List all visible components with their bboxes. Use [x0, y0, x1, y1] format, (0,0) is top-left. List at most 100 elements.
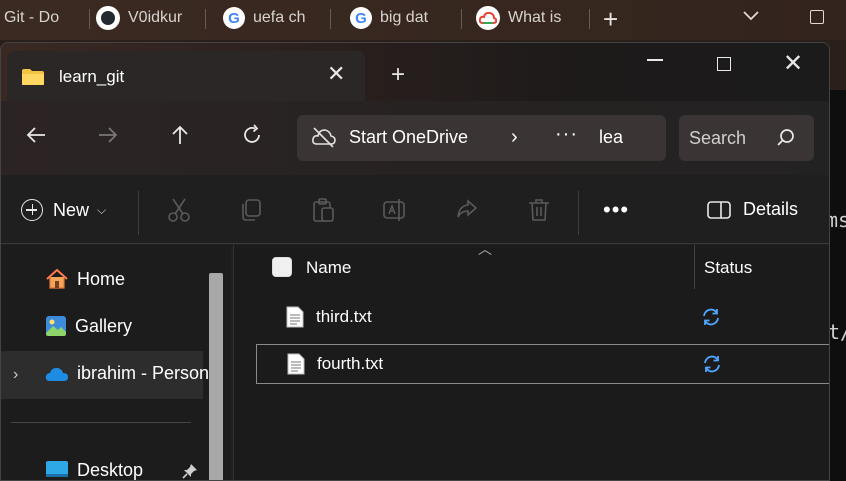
- browser-tab-label: What is: [508, 9, 562, 26]
- nav-scrollbar[interactable]: [209, 273, 223, 480]
- paste-icon[interactable]: [310, 197, 336, 223]
- nav-item-home[interactable]: Home: [45, 267, 125, 291]
- browser-tab-label: V0idkur: [128, 9, 183, 26]
- navigation-pane: Home Gallery › ibrahim - Person Desktop: [1, 245, 231, 480]
- breadcrumb-root[interactable]: Start OneDrive: [349, 127, 468, 148]
- cloud-off-icon: [312, 127, 336, 148]
- breadcrumb-chevron-icon[interactable]: ›: [511, 126, 518, 149]
- maximize-button[interactable]: [717, 57, 731, 71]
- more-options-button[interactable]: •••: [603, 197, 629, 223]
- browser-tab-label: big dat: [380, 9, 429, 26]
- refresh-icon: [244, 124, 260, 143]
- search-icon[interactable]: [776, 128, 796, 148]
- explorer-tab-label: learn_git: [59, 67, 125, 86]
- tab-separator: [205, 9, 206, 29]
- google-cloud-icon: [476, 6, 500, 30]
- nav-item-label: Gallery: [75, 315, 133, 336]
- tab-separator: [330, 9, 331, 29]
- folder-icon: [22, 69, 44, 85]
- gallery-icon: [46, 316, 66, 336]
- column-header-name[interactable]: Name: [306, 258, 351, 278]
- search-input[interactable]: [689, 125, 759, 151]
- browser-tab-what-is[interactable]: What is: [476, 0, 590, 36]
- file-name: fourth.txt: [317, 354, 384, 373]
- text-file-icon: [287, 353, 305, 375]
- nav-item-label: Home: [77, 268, 126, 289]
- browser-tab-git-docs[interactable]: Git - Do: [4, 0, 90, 36]
- home-icon: [46, 268, 68, 289]
- arrow-up-icon: [172, 125, 188, 144]
- sync-pending-icon: [704, 355, 720, 373]
- explorer-title-bar: learn_git ✕ + ✕: [1, 43, 829, 101]
- file-name: third.txt: [316, 307, 372, 326]
- browser-tab-search-icon[interactable]: [742, 6, 760, 27]
- refresh-button[interactable]: [237, 123, 267, 154]
- sync-pending-icon: [703, 308, 719, 326]
- breadcrumb-overflow-button[interactable]: ···: [555, 123, 578, 146]
- chevron-right-icon[interactable]: ›: [13, 366, 18, 384]
- background-window: ms t/: [830, 90, 846, 481]
- text-file-icon: [286, 306, 304, 328]
- details-pane-icon: [707, 200, 731, 219]
- background-text: ms: [830, 208, 846, 232]
- google-icon: G: [223, 7, 245, 29]
- nav-divider: [11, 422, 191, 423]
- nav-item-gallery[interactable]: Gallery: [45, 315, 132, 337]
- column-divider[interactable]: [694, 245, 695, 289]
- arrow-right-icon: [99, 127, 118, 143]
- breadcrumb-current[interactable]: lea: [599, 127, 629, 148]
- delete-icon[interactable]: [526, 197, 552, 223]
- nav-item-label: ibrahim - Person: [77, 363, 210, 383]
- cut-icon[interactable]: [166, 197, 192, 223]
- browser-tab-label: Git - Do: [4, 9, 60, 26]
- chevron-down-icon: ⌵: [97, 202, 107, 217]
- toolbar-divider: [578, 191, 579, 235]
- browser-tab-github[interactable]: V0idkur: [96, 0, 206, 36]
- forward-button[interactable]: [93, 123, 123, 154]
- browser-new-tab-button[interactable]: +: [603, 4, 618, 35]
- new-button-label: New: [53, 199, 90, 220]
- desktop-icon: [46, 461, 68, 477]
- plus-circle-icon: [21, 199, 43, 221]
- google-icon: G: [350, 7, 372, 29]
- command-bar: New ⌵ ••• Details: [1, 175, 829, 244]
- up-button[interactable]: [165, 123, 195, 154]
- address-bar[interactable]: Start OneDrive › ··· lea: [297, 115, 666, 161]
- browser-tab-label: uefa ch: [253, 9, 306, 26]
- nav-item-desktop[interactable]: Desktop: [45, 459, 144, 480]
- tab-separator: [89, 9, 90, 29]
- pin-icon[interactable]: [181, 462, 199, 480]
- file-row[interactable]: fourth.txt: [256, 344, 829, 384]
- details-button[interactable]: Details: [707, 199, 798, 220]
- background-text: t/: [830, 320, 846, 344]
- new-button[interactable]: New ⌵: [21, 199, 106, 221]
- rename-icon[interactable]: [382, 197, 408, 223]
- close-tab-icon[interactable]: ✕: [327, 61, 345, 87]
- browser-tab-strip: Git - Do V0idkur G uefa ch G big dat Wha…: [0, 0, 846, 40]
- arrow-left-icon: [26, 127, 45, 143]
- file-row[interactable]: third.txt: [256, 298, 829, 338]
- github-icon: [96, 6, 120, 30]
- new-explorer-tab-button[interactable]: +: [391, 61, 405, 89]
- nav-item-label: Desktop: [77, 459, 144, 480]
- tab-separator: [461, 9, 462, 29]
- tab-separator: [589, 9, 590, 29]
- file-list: ︿ Name Status third.txt fourth.txt: [233, 241, 829, 480]
- explorer-tab-learn-git[interactable]: learn_git ✕: [7, 51, 365, 101]
- close-window-button[interactable]: ✕: [783, 49, 803, 78]
- minimize-button[interactable]: [647, 59, 663, 61]
- column-header-status[interactable]: Status: [704, 258, 752, 278]
- select-all-checkbox[interactable]: [272, 257, 292, 277]
- browser-tab-big-data[interactable]: G big dat: [350, 0, 462, 36]
- browser-restore-icon[interactable]: [810, 10, 824, 24]
- file-explorer-window: learn_git ✕ + ✕ Start OneDrive › ··· lea…: [0, 42, 830, 481]
- share-icon[interactable]: [454, 197, 480, 223]
- nav-item-onedrive[interactable]: ibrahim - Person: [45, 363, 209, 384]
- copy-icon[interactable]: [238, 197, 264, 223]
- browser-tab-uefa[interactable]: G uefa ch: [223, 0, 331, 36]
- onedrive-icon: [45, 367, 68, 381]
- sort-ascending-icon: ︿: [478, 241, 492, 257]
- back-button[interactable]: [21, 123, 51, 154]
- toolbar-divider: [138, 191, 139, 235]
- search-box[interactable]: [679, 115, 814, 161]
